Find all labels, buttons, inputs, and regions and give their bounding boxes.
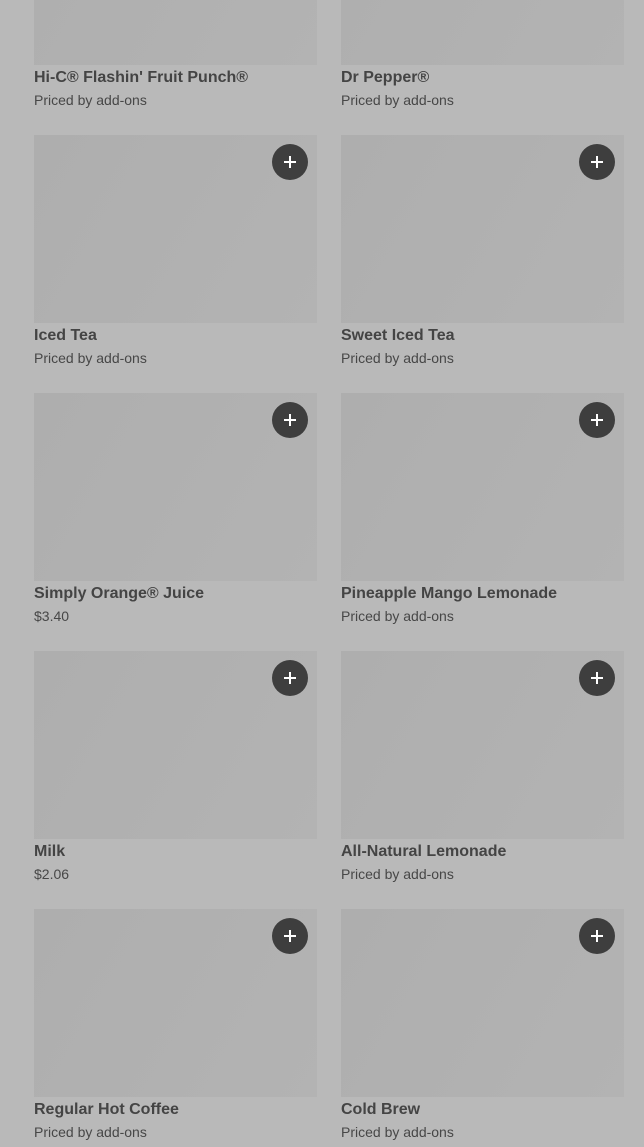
plus-icon (591, 156, 603, 168)
menu-item-card[interactable]: Regular Hot Coffee Priced by add-ons (34, 909, 317, 1147)
menu-item-card[interactable]: Pineapple Mango Lemonade Priced by add-o… (341, 393, 624, 631)
menu-item-grid: Hi-C® Flashin' Fruit Punch® Priced by ad… (34, 0, 624, 1147)
item-price: Priced by add-ons (341, 1124, 454, 1140)
item-image[interactable] (34, 651, 317, 839)
item-price: Priced by add-ons (34, 350, 147, 366)
plus-icon (284, 414, 296, 426)
item-price: Priced by add-ons (341, 350, 454, 366)
plus-icon (591, 930, 603, 942)
add-item-button[interactable] (579, 918, 615, 954)
add-item-button[interactable] (272, 660, 308, 696)
item-name: Cold Brew (341, 1101, 421, 1118)
add-item-button[interactable] (272, 144, 308, 180)
item-price: Priced by add-ons (341, 608, 454, 624)
plus-icon (284, 930, 296, 942)
menu-item-card[interactable]: Dr Pepper® Priced by add-ons (341, 0, 624, 115)
item-image[interactable] (34, 135, 317, 323)
item-price: Priced by add-ons (341, 92, 454, 108)
item-price: Priced by add-ons (34, 92, 147, 108)
menu-item-card[interactable]: All-Natural Lemonade Priced by add-ons (341, 651, 624, 889)
menu-item-card[interactable]: Iced Tea Priced by add-ons (34, 135, 317, 373)
item-price: $3.40 (34, 608, 70, 624)
item-name: Milk (34, 843, 66, 860)
item-image[interactable] (341, 0, 624, 65)
item-name: Dr Pepper® (341, 69, 430, 86)
add-item-button[interactable] (579, 660, 615, 696)
item-name: Simply Orange® Juice (34, 585, 205, 602)
item-name: Regular Hot Coffee (34, 1101, 179, 1118)
item-name: Pineapple Mango Lemonade (341, 585, 558, 602)
plus-icon (591, 414, 603, 426)
menu-item-card[interactable]: Sweet Iced Tea Priced by add-ons (341, 135, 624, 373)
item-price: Priced by add-ons (34, 1124, 147, 1140)
menu-item-card[interactable]: Simply Orange® Juice $3.40 (34, 393, 317, 631)
item-image[interactable] (34, 909, 317, 1097)
item-name: Hi-C® Flashin' Fruit Punch® (34, 69, 249, 86)
menu-item-card[interactable]: Milk $2.06 (34, 651, 317, 889)
item-image[interactable] (34, 0, 317, 65)
plus-icon (284, 672, 296, 684)
plus-icon (591, 672, 603, 684)
menu-item-card[interactable]: Cold Brew Priced by add-ons (341, 909, 624, 1147)
plus-icon (284, 156, 296, 168)
add-item-button[interactable] (272, 402, 308, 438)
add-item-button[interactable] (579, 402, 615, 438)
item-image[interactable] (341, 909, 624, 1097)
item-image[interactable] (34, 393, 317, 581)
item-image[interactable] (341, 651, 624, 839)
item-name: Iced Tea (34, 327, 97, 344)
item-image[interactable] (341, 393, 624, 581)
item-image[interactable] (341, 135, 624, 323)
add-item-button[interactable] (272, 918, 308, 954)
item-name: Sweet Iced Tea (341, 327, 455, 344)
item-name: All-Natural Lemonade (341, 843, 507, 860)
item-price: Priced by add-ons (341, 866, 454, 882)
menu-item-card[interactable]: Hi-C® Flashin' Fruit Punch® Priced by ad… (34, 0, 317, 115)
add-item-button[interactable] (579, 144, 615, 180)
item-price: $2.06 (34, 866, 70, 882)
